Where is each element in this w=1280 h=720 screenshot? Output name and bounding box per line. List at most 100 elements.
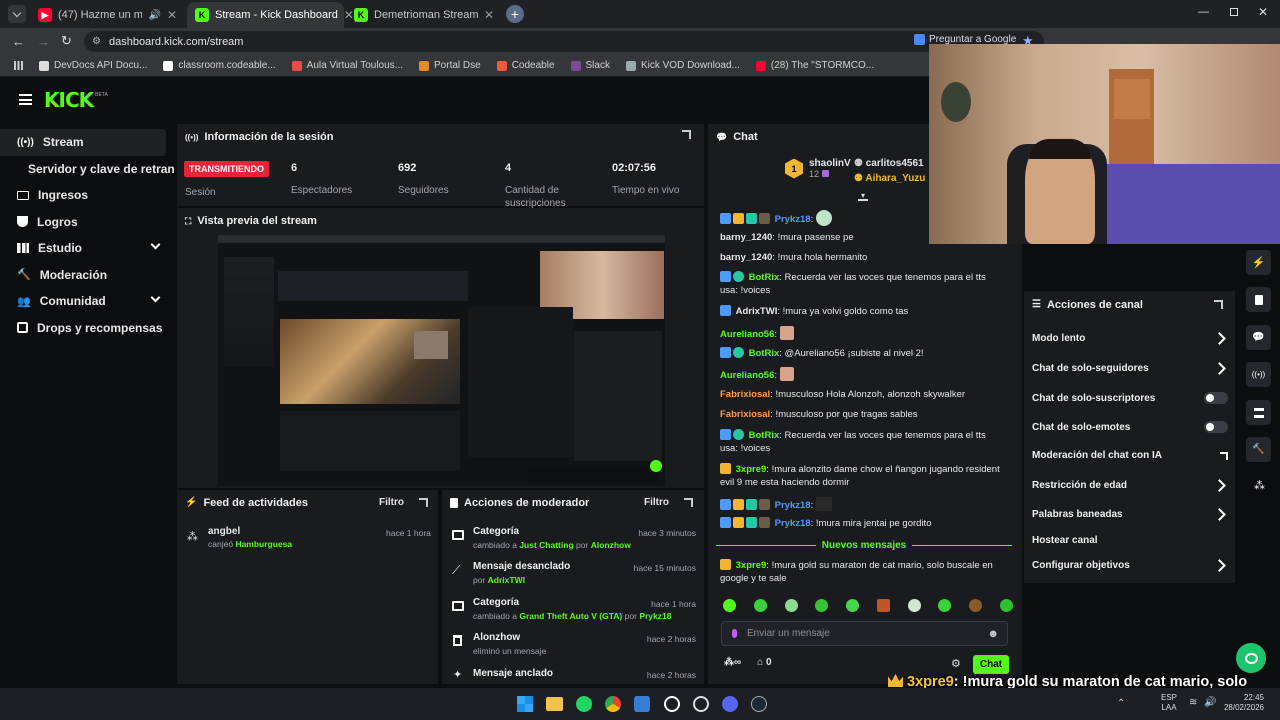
kick-logo[interactable]: KICK BETA — [44, 88, 108, 112]
back-icon[interactable]: ← — [12, 34, 25, 49]
bookmark-aula-virtual[interactable]: Aula Virtual Toulous... — [291, 60, 403, 71]
address-field[interactable]: ⚙ dashboard.kick.com/stream — [84, 31, 1044, 52]
close-tab-icon[interactable]: ✕ — [484, 8, 494, 22]
bookmark-youtube[interactable]: (28) The "STORMCO... — [755, 60, 874, 71]
gifter-2: ⚉ carlitos4561 — [854, 158, 924, 169]
clipboard-icon[interactable] — [1246, 287, 1271, 312]
spotify-icon[interactable] — [576, 696, 592, 712]
tab-search-button[interactable] — [8, 5, 26, 23]
browser-tab-youtube[interactable]: ▶ (47) Hazme un mundo sdig 🔊 ✕ — [30, 2, 185, 28]
mod-action-item: Alonzhow eliminó un mensaje hace 2 horas — [452, 632, 697, 656]
mod-filter-button[interactable]: Filtro — [644, 497, 669, 508]
emote-icon[interactable] — [907, 599, 921, 612]
obs-icon[interactable] — [693, 696, 709, 712]
tray-chevron-icon[interactable]: ⌃ — [1117, 698, 1125, 709]
emote-icon[interactable] — [999, 599, 1013, 612]
close-window-icon[interactable]: ✕ — [1258, 5, 1268, 19]
volume-icon[interactable]: 🔊 — [1204, 697, 1216, 708]
photos-icon[interactable] — [634, 696, 650, 712]
whatsapp-icon[interactable] — [664, 696, 680, 712]
close-tab-icon[interactable]: ✕ — [167, 8, 177, 22]
discord-icon[interactable] — [722, 696, 738, 712]
file-explorer-icon[interactable] — [546, 697, 563, 711]
site-info-icon[interactable]: ⚙ — [92, 36, 101, 47]
kick-icon: K — [195, 8, 209, 22]
collapse-leaderboard-icon[interactable]: ▾ — [858, 192, 868, 201]
chrome-icon[interactable] — [605, 696, 621, 712]
expand-icon[interactable] — [419, 498, 428, 507]
minimize-icon[interactable]: — — [1198, 6, 1209, 18]
wifi-icon[interactable]: ≋ — [1189, 697, 1197, 708]
bookmark-icon — [291, 60, 302, 71]
forward-icon[interactable]: → — [37, 34, 50, 49]
stream-preview-video[interactable] — [218, 235, 665, 486]
bookmark-slack[interactable]: Slack — [570, 60, 610, 71]
language-indicator[interactable]: ESP LAA — [1161, 693, 1177, 713]
bolt-icon[interactable]: ⚡ — [1246, 250, 1271, 275]
microphone-icon[interactable] — [732, 629, 737, 638]
emote-icon[interactable] — [846, 599, 860, 612]
stat-tiempo-en-vivo: 02:07:56 Tiempo en vivo — [612, 162, 680, 196]
bookmark-codeable[interactable]: Codeable — [496, 60, 555, 71]
bookmark-classroom[interactable]: classroom.codeable... — [163, 60, 276, 71]
feed-item: ⁂ angbel canjeó Hamburguesa hace 1 hora — [187, 526, 431, 549]
reload-icon[interactable]: ↻ — [61, 33, 72, 49]
emote-icon[interactable] — [723, 599, 736, 612]
hamburger-menu-icon[interactable] — [19, 94, 32, 105]
feed-filter-button[interactable]: Filtro — [379, 497, 404, 508]
chat-message-input[interactable]: Enviar un mensaje ☻ — [721, 621, 1008, 646]
nav-drops[interactable]: Drops y recompensas — [0, 315, 175, 342]
new-messages-divider[interactable]: Nuevos mensajes — [716, 538, 1012, 552]
nav-logros[interactable]: Logros — [0, 209, 175, 236]
action-solo-seguidores[interactable]: Chat de solo-seguidores — [1032, 362, 1226, 375]
chevron-right-icon — [1213, 559, 1226, 572]
chat-bubble-icon[interactable]: 💬 — [1246, 325, 1271, 350]
emote-icon[interactable] — [815, 599, 829, 612]
hammer-icon[interactable]: 🔨 — [1246, 437, 1271, 462]
steam-icon[interactable] — [751, 696, 767, 712]
help-chat-button[interactable] — [1236, 643, 1266, 673]
expand-icon[interactable] — [682, 130, 691, 139]
action-modo-lento[interactable]: Modo lento — [1032, 332, 1226, 345]
action-solo-suscriptores[interactable]: Chat de solo-suscriptores — [1032, 392, 1228, 404]
chat-settings-icon[interactable]: ⚙ — [951, 657, 961, 670]
subscribers-only-toggle[interactable] — [1204, 392, 1228, 404]
redeem-icon[interactable]: ⁂ — [1254, 479, 1265, 492]
clock[interactable]: 22:45 28/02/2026 — [1222, 693, 1264, 713]
emote-icon[interactable] — [938, 599, 952, 612]
maximize-icon[interactable] — [1230, 8, 1238, 16]
emoji-icon[interactable]: ☻ — [987, 628, 999, 640]
broadcast-icon[interactable]: ((•)) — [1246, 362, 1271, 387]
nav-stream[interactable]: ((•)) Stream — [0, 129, 166, 156]
nav-comunidad[interactable]: 👥 Comunidad — [0, 288, 175, 315]
emotes-only-toggle[interactable] — [1204, 421, 1228, 433]
bookmark-kick-vod[interactable]: Kick VOD Download... — [625, 60, 740, 71]
browser-tab-kick-watch[interactable]: K Demetrioman Stream - Watch L ✕ — [346, 2, 502, 28]
emote-icon[interactable] — [969, 599, 983, 612]
nav-ingresos[interactable]: Ingresos — [0, 182, 175, 209]
chat-message: Fabrixiosal: !musculoso por que tragas s… — [720, 409, 918, 420]
action-hostear-canal[interactable]: Hostear canal — [1032, 535, 1224, 546]
bookmark-devdocs[interactable]: DevDocs API Docu... — [39, 60, 147, 71]
layers-icon[interactable] — [1246, 400, 1271, 425]
nav-moderacion[interactable]: 🔨 Moderación — [0, 262, 175, 289]
new-tab-button[interactable]: + — [506, 5, 524, 23]
start-icon[interactable] — [517, 696, 533, 712]
nav-estudio[interactable]: Estudio — [0, 235, 175, 262]
action-moderacion-ia[interactable]: Moderación del chat con IA — [1032, 450, 1228, 461]
emote-icon[interactable] — [876, 599, 890, 612]
bookmark-portal-dse[interactable]: Portal Dse — [419, 60, 481, 71]
points-button[interactable]: ⁂∞ — [724, 657, 741, 668]
action-restriccion-edad[interactable]: Restricción de edad — [1032, 479, 1226, 492]
apps-grid-icon[interactable] — [14, 61, 23, 70]
action-solo-emotes[interactable]: Chat de solo-emotes — [1032, 421, 1228, 433]
browser-tab-kick-dashboard[interactable]: K Stream - Kick Dashboard ✕ — [187, 2, 354, 28]
expand-icon[interactable] — [684, 498, 693, 507]
nav-server-key[interactable]: Servidor y clave de retransmisión — [0, 156, 175, 183]
emote-icon[interactable] — [753, 599, 767, 612]
expand-icon[interactable] — [1214, 300, 1223, 309]
store-button[interactable]: ⌂ 0 — [757, 657, 771, 668]
action-configurar-objetivos[interactable]: Configurar objetivos — [1032, 559, 1226, 572]
action-palabras-baneadas[interactable]: Palabras baneadas — [1032, 508, 1226, 521]
emote-icon[interactable] — [784, 599, 798, 612]
